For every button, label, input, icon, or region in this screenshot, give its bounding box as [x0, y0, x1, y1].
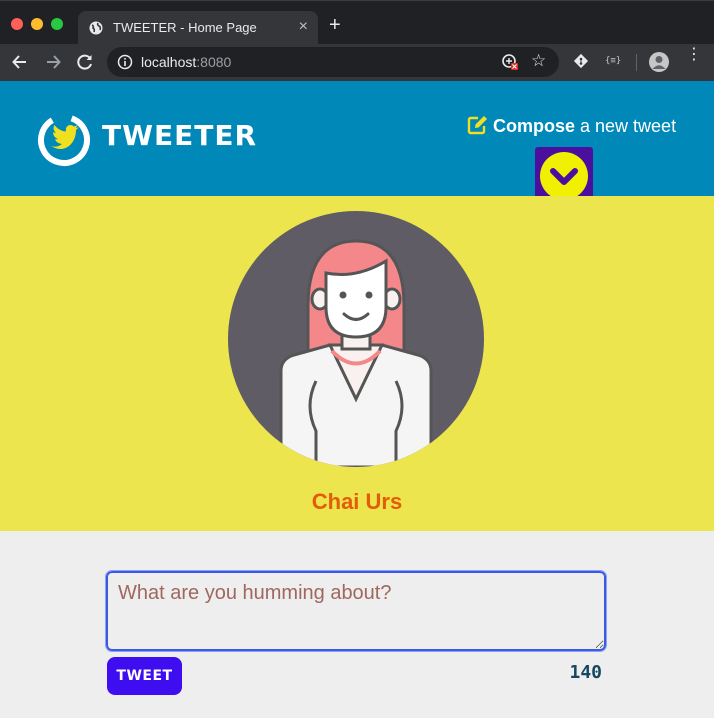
profile-avatar-icon[interactable]: [649, 52, 669, 72]
blocked-content-icon[interactable]: [501, 53, 519, 71]
browser-menu-icon[interactable]: ⋮: [686, 47, 702, 63]
tab-close-icon[interactable]: ×: [299, 18, 308, 36]
close-window-button[interactable]: [11, 18, 23, 30]
new-tab-button[interactable]: +: [329, 15, 341, 35]
json-viewer-extension-icon[interactable]: {≡}: [605, 56, 621, 66]
url-port: :8080: [196, 54, 232, 70]
compose-label-rest: a new tweet: [575, 116, 677, 136]
url-host: localhost: [141, 54, 197, 70]
edit-icon: [467, 116, 487, 135]
bird-logo-icon: [38, 114, 90, 166]
user-avatar: [228, 211, 484, 467]
tab-title: TWEETER - Home Page: [113, 20, 257, 35]
compose-link[interactable]: Compose a new tweet: [467, 115, 676, 137]
profile-username: Chai Urs: [311, 489, 403, 514]
browser-toolbar: localhost:8080 ☆ {≡} ⋮: [0, 44, 714, 81]
tweet-submit-button[interactable]: TWEET: [107, 657, 182, 695]
character-counter: 140: [569, 662, 602, 683]
url-text: localhost:8080: [141, 54, 231, 70]
globe-icon: [89, 21, 103, 35]
toolbar-divider: [636, 54, 637, 71]
browser-tab[interactable]: TWEETER - Home Page ×: [78, 11, 318, 45]
profile-header: Chai Urs: [0, 196, 714, 531]
brand-logo-text: TWEETER: [102, 119, 258, 152]
tweet-composer: TWEET 140: [0, 531, 714, 718]
tweet-textarea[interactable]: [105, 570, 607, 652]
compose-label-bold: Compose: [493, 116, 576, 136]
bookmark-star-icon[interactable]: ☆: [531, 51, 546, 71]
minimize-window-button[interactable]: [31, 18, 43, 30]
address-bar[interactable]: localhost:8080 ☆: [107, 47, 559, 77]
site-nav: TWEETER Compose a new tweet: [0, 81, 714, 205]
browser-titlebar: TWEETER - Home Page × +: [0, 0, 714, 45]
info-icon[interactable]: [117, 54, 133, 70]
back-arrow-icon[interactable]: [10, 52, 30, 72]
maximize-window-button[interactable]: [51, 18, 63, 30]
git-extension-icon[interactable]: [573, 53, 589, 69]
forward-arrow-icon[interactable]: [43, 52, 63, 72]
reload-icon[interactable]: [75, 52, 95, 72]
